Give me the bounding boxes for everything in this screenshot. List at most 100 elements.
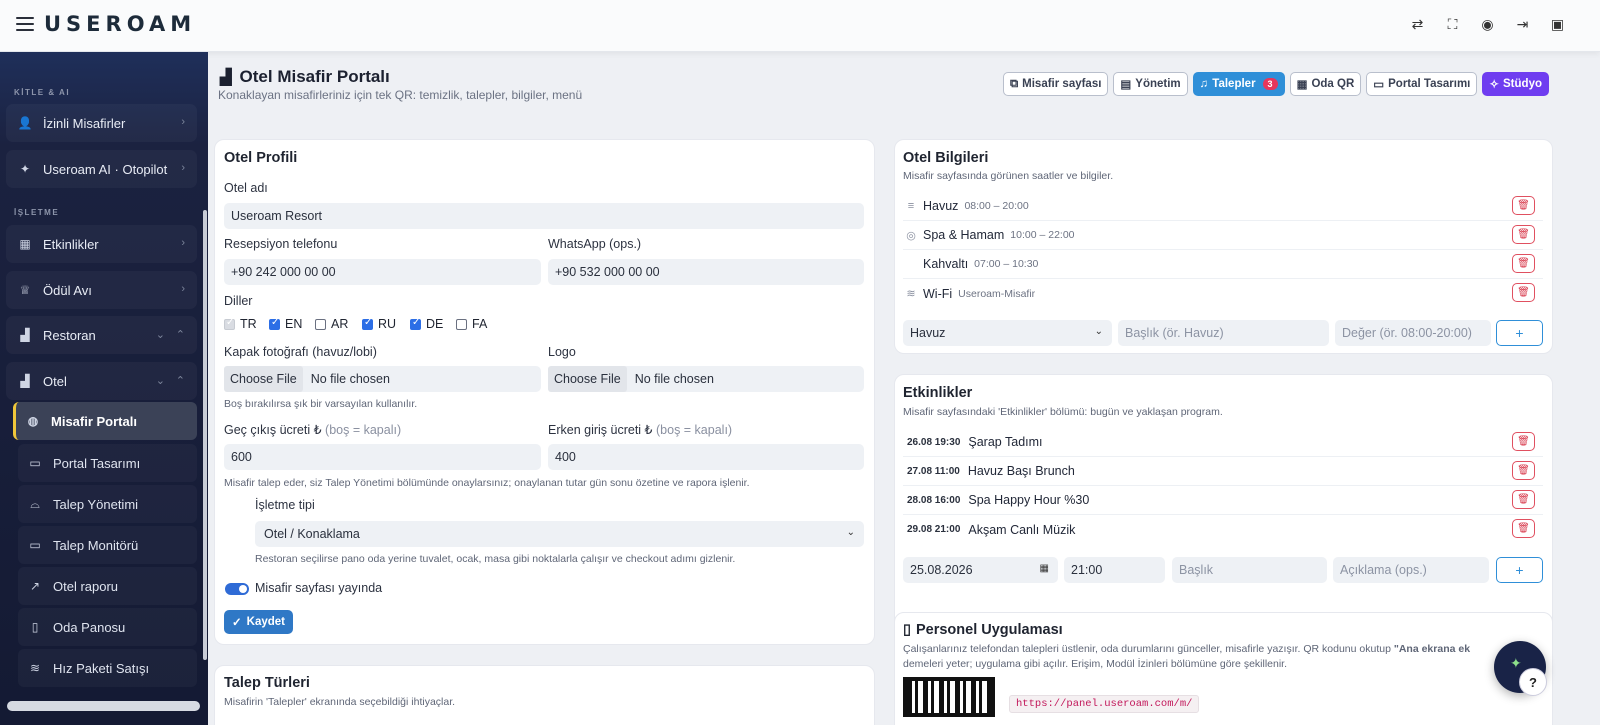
sidebar-sub-portal-design[interactable]: ▭ Portal Tasarımı <box>18 444 197 482</box>
hotel-info-card: Otel Bilgileri Misafir sayfasında görüne… <box>894 139 1553 354</box>
language-checkbox-en[interactable]: EN <box>269 317 302 331</box>
late-checkout-fee-label: Geç çıkış ücreti ₺ (boş = kapalı) <box>224 423 402 437</box>
add-info-button[interactable]: + <box>1496 320 1543 346</box>
add-event-button[interactable]: + <box>1496 557 1543 583</box>
publish-toggle[interactable] <box>225 583 249 595</box>
staff-app-url[interactable]: https://panel.useroam.com/m/ <box>1009 695 1200 713</box>
logo-label: Logo <box>548 345 576 359</box>
checkbox-ru[interactable] <box>362 317 373 330</box>
hamburger-menu-icon[interactable] <box>14 14 36 34</box>
sidebar-sub-speed-package[interactable]: ≋ Hız Paketi Satışı <box>18 649 197 687</box>
staff-app-description: Çalışanlarınız telefondan talepleri üstl… <box>903 643 1471 655</box>
business-type-select[interactable]: Otel / Konaklama ⌄ <box>255 521 864 547</box>
trash-icon[interactable]: 🗑 <box>1512 196 1535 215</box>
business-type-hint: Restoran seçilirse pano oda yerine tuval… <box>255 553 736 565</box>
trash-icon[interactable]: 🗑 <box>1512 225 1535 244</box>
cover-photo-label: Kapak fotoğrafı (havuz/lobi) <box>224 345 377 359</box>
monitor-icon: ▭ <box>29 456 41 470</box>
trash-icon[interactable]: 🗑 <box>1512 519 1535 538</box>
window-icon[interactable]: ▣ <box>1549 16 1566 33</box>
trash-icon[interactable]: 🗑 <box>1512 490 1535 509</box>
calendar-icon[interactable]: ▦ <box>1040 563 1049 574</box>
checkbox-ar[interactable] <box>315 318 326 330</box>
sidebar-item-restaurant[interactable]: ▟ Restoran ⌄ ⌃ <box>6 316 197 354</box>
whatsapp-input[interactable]: +90 532 000 00 00 <box>548 259 864 285</box>
language-checkbox-fa[interactable]: FA <box>456 317 487 331</box>
main-content: ▟ Otel Misafir Portalı Konaklayan misafir… <box>208 52 1600 725</box>
request-types-subtitle: Misafirin 'Talepler' ekranında seçebildi… <box>224 696 456 708</box>
business-type-label: İşletme tipi <box>255 498 315 512</box>
checkbox-en[interactable] <box>269 317 280 330</box>
sidebar-item-ai-autopilot[interactable]: ✦ Useroam AI · Otopilot › <box>6 150 197 188</box>
language-checkbox-ar[interactable]: AR <box>315 317 348 331</box>
sidebar-section-audience: KİTLE & AI <box>14 88 71 97</box>
user-check-icon: 👤 <box>17 116 33 130</box>
tab-guest-page[interactable]: ⧉ Misafir sayfası <box>1002 72 1109 96</box>
sidebar-sub-guest-portal[interactable]: ◍ Misafir Portalı <box>13 402 197 440</box>
sidebar-item-permitted-guests[interactable]: 👤 İzinli Misafirler › <box>6 104 197 142</box>
events-subtitle: Misafir sayfasındaki 'Etkinlikler' bölüm… <box>903 406 1223 418</box>
events-title: Etkinlikler <box>903 385 973 401</box>
choose-file-button[interactable]: Choose File <box>224 366 303 392</box>
trophy-icon: ♕ <box>19 283 31 297</box>
sidebar-sub-request-management[interactable]: ⌓ Talep Yönetimi <box>18 485 197 523</box>
trash-icon[interactable]: 🗑 <box>1512 254 1535 273</box>
help-button[interactable]: ? <box>1519 668 1547 696</box>
info-title-input[interactable]: Başlık (ör. Havuz) <box>1118 320 1329 346</box>
sidebar-sub-hotel-report[interactable]: ↗ Otel raporu <box>18 567 197 605</box>
chevron-right-icon: › <box>181 237 185 249</box>
monitor-icon: ▭ <box>1373 79 1385 91</box>
hotel-name-input[interactable]: Useroam Resort <box>224 203 864 229</box>
info-type-select[interactable]: Havuz ⌄ <box>903 320 1112 346</box>
events-card: Etkinlikler Misafir sayfasındaki 'Etkinl… <box>894 374 1553 644</box>
chevron-down-icon: ⌄ <box>155 329 165 341</box>
checkbox-de[interactable] <box>410 317 421 330</box>
app-logo[interactable]: USEROAM <box>44 12 196 36</box>
sidebar-item-events[interactable]: ▦ Etkinlikler › <box>6 225 197 263</box>
logo-file-input[interactable]: Choose File No file chosen <box>548 366 864 392</box>
language-checkbox-tr: TR <box>224 317 257 331</box>
translate-icon[interactable]: ⇄ <box>1409 16 1426 33</box>
cover-photo-file-input[interactable]: Choose File No file chosen <box>224 366 541 392</box>
tab-portal-design[interactable]: ▭ Portal Tasarımı <box>1366 72 1478 96</box>
logout-icon[interactable]: ⇥ <box>1514 16 1531 33</box>
chart-icon: ▟ <box>20 328 30 342</box>
tab-studio[interactable]: ✧ Stüdyo <box>1482 72 1549 96</box>
user-icon[interactable]: ◉ <box>1479 16 1496 33</box>
tab-requests[interactable]: ♫ Talepler 3 <box>1192 72 1285 96</box>
sidebar-sub-request-monitor[interactable]: ▭ Talep Monitörü <box>18 526 197 564</box>
chevron-down-icon: ⌄ <box>155 375 165 387</box>
hotel-info-title: Otel Bilgileri <box>903 150 989 166</box>
sidebar-horizontal-scrollbar[interactable] <box>7 701 200 711</box>
trash-icon[interactable]: 🗑 <box>1512 461 1535 480</box>
info-row: Kahvaltı 07:00 – 10:30 🗑 <box>903 250 1543 279</box>
tab-room-qr[interactable]: ▦ Oda QR <box>1289 72 1362 96</box>
late-checkout-fee-input[interactable]: 600 <box>224 444 541 470</box>
fullscreen-icon[interactable]: ⛶ <box>1444 16 1461 33</box>
chart-icon: ▟ <box>20 374 30 388</box>
trash-icon[interactable]: 🗑 <box>1512 283 1535 302</box>
tab-management[interactable]: ▤ Yönetim <box>1113 72 1188 96</box>
save-button[interactable]: ✓ Kaydet <box>224 610 293 634</box>
event-date-input[interactable]: 25.08.2026 ▦ <box>903 557 1058 583</box>
sidebar-vertical-scrollbar[interactable] <box>203 210 207 660</box>
sidebar-item-reward-hunt[interactable]: ♕ Ödül Avı › <box>6 271 197 309</box>
sidebar-sub-room-board[interactable]: ▯ Oda Panosu <box>18 608 197 646</box>
page-title: ▟ Otel Misafir Portalı <box>220 67 390 86</box>
event-row: 27.08 11:00 Havuz Başı Brunch 🗑 <box>903 457 1543 486</box>
event-time-input[interactable]: 21:00 <box>1064 557 1165 583</box>
early-checkin-fee-input[interactable]: 400 <box>548 444 864 470</box>
chevron-down-icon: ⌄ <box>846 527 855 538</box>
clipboard-icon: ▤ <box>1120 79 1132 91</box>
event-description-input[interactable]: Açıklama (ops.) <box>1333 557 1489 583</box>
language-checkbox-de[interactable]: DE <box>410 317 443 331</box>
event-title-input[interactable]: Başlık <box>1172 557 1327 583</box>
choose-file-button[interactable]: Choose File <box>548 366 627 392</box>
checkbox-fa[interactable] <box>456 318 467 330</box>
spa-icon: ◎ <box>906 229 916 242</box>
language-checkbox-ru[interactable]: RU <box>362 317 396 331</box>
reception-phone-input[interactable]: +90 242 000 00 00 <box>224 259 541 285</box>
info-value-input[interactable]: Değer (ör. 08:00-20:00) <box>1335 320 1491 346</box>
trash-icon[interactable]: 🗑 <box>1512 432 1535 451</box>
sidebar-item-hotel[interactable]: ▟ Otel ⌄ ⌃ <box>6 362 197 400</box>
